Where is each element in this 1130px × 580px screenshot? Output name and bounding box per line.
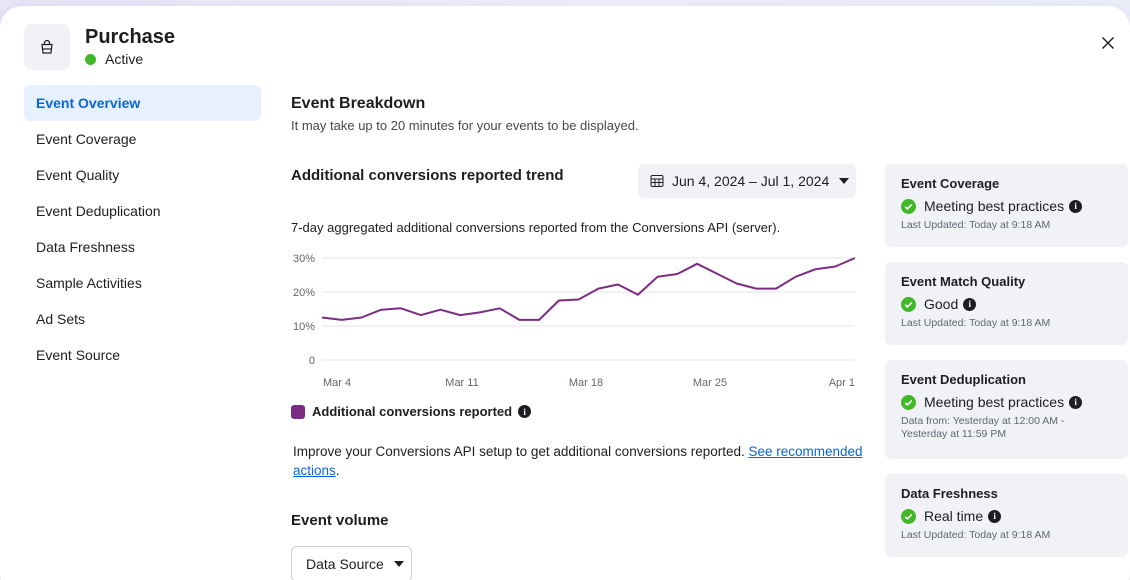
check-circle-icon xyxy=(901,296,916,312)
caret-down-icon xyxy=(393,561,404,567)
card-status: Meeting best practices i xyxy=(901,198,1112,214)
x-tick-label: Mar 18 xyxy=(569,377,603,389)
card-title: Data Freshness xyxy=(901,486,998,501)
data-source-label: Data Source xyxy=(306,556,384,572)
improve-text: Improve your Conversions API setup to ge… xyxy=(293,444,749,459)
caret-down-icon xyxy=(839,178,850,184)
sidebar-item-ad-sets[interactable]: Ad Sets xyxy=(24,301,261,337)
y-tick-label: 0 xyxy=(309,355,315,367)
check-circle-icon xyxy=(901,198,916,214)
card-status-label: Meeting best practices xyxy=(924,394,1065,410)
sidebar-nav: Event Overview Event Coverage Event Qual… xyxy=(24,85,261,373)
section-title: Event Breakdown xyxy=(291,95,426,112)
card-event-match-quality[interactable]: Event Match Quality Good i Last Updated:… xyxy=(885,262,1128,345)
card-status-label: Good xyxy=(924,296,959,312)
y-tick-label: 20% xyxy=(293,287,315,299)
info-icon[interactable]: i xyxy=(1069,199,1083,213)
sidebar-item-event-overview[interactable]: Event Overview xyxy=(24,85,261,121)
date-range-label: Jun 4, 2024 – Jul 1, 2024 xyxy=(672,173,830,189)
card-status-label: Real time xyxy=(924,508,984,524)
card-status: Real time i xyxy=(901,508,1112,524)
x-tick-label: Mar 25 xyxy=(693,377,727,389)
check-circle-icon xyxy=(901,394,916,410)
sidebar-item-event-coverage[interactable]: Event Coverage xyxy=(24,121,261,157)
close-icon xyxy=(1102,37,1114,49)
card-updated: Last Updated: Today at 9:18 AM xyxy=(901,219,1051,231)
event-status: Active xyxy=(85,51,143,67)
legend-swatch xyxy=(291,404,305,419)
card-status: Meeting best practices i xyxy=(901,394,1112,410)
shopping-bag-icon xyxy=(24,24,70,70)
sidebar-item-event-deduplication[interactable]: Event Deduplication xyxy=(24,193,261,229)
status-label: Active xyxy=(105,51,144,67)
trend-line-chart: 0 10% 20% 30% Mar 4 Mar 11 Mar 18 Mar 25 Apr 1 xyxy=(293,253,856,389)
event-details-dialog: Purchase Active Event Overview Event Cov… xyxy=(0,6,1130,580)
card-status-label: Meeting best practices xyxy=(924,198,1065,214)
x-tick-label: Mar 4 xyxy=(323,377,351,389)
trend-title: Additional conversions reported trend xyxy=(291,167,564,184)
card-event-coverage[interactable]: Event Coverage Meeting best practices i … xyxy=(885,164,1128,247)
status-dot-icon xyxy=(85,53,96,65)
series-line xyxy=(321,257,856,321)
card-title: Event Deduplication xyxy=(901,372,1026,387)
card-title: Event Coverage xyxy=(901,176,1000,191)
card-data-freshness[interactable]: Data Freshness Real time i Last Updated:… xyxy=(885,474,1128,557)
card-status: Good i xyxy=(901,296,1112,312)
calendar-icon xyxy=(650,175,664,187)
sidebar-item-event-quality[interactable]: Event Quality xyxy=(24,157,261,193)
card-title: Event Match Quality xyxy=(901,274,1026,289)
y-tick-label: 30% xyxy=(293,253,315,265)
check-circle-icon xyxy=(901,508,916,524)
info-icon[interactable]: i xyxy=(988,509,1002,523)
close-button[interactable] xyxy=(1098,33,1118,53)
date-range-picker[interactable]: Jun 4, 2024 – Jul 1, 2024 xyxy=(638,164,856,198)
card-event-deduplication[interactable]: Event Deduplication Meeting best practic… xyxy=(885,360,1128,459)
card-updated: Last Updated: Today at 9:18 AM xyxy=(901,529,1051,541)
sidebar-item-sample-activities[interactable]: Sample Activities xyxy=(24,265,261,301)
chart-legend: Additional conversions reported i xyxy=(291,404,532,419)
info-icon[interactable]: i xyxy=(1069,395,1083,409)
x-tick-label: Mar 11 xyxy=(445,377,478,389)
sidebar-item-event-source[interactable]: Event Source xyxy=(24,337,261,373)
y-tick-label: 10% xyxy=(293,321,315,333)
sidebar-item-data-freshness[interactable]: Data Freshness xyxy=(24,229,261,265)
chart-description: 7-day aggregated additional conversions … xyxy=(291,220,781,235)
info-icon[interactable]: i xyxy=(963,297,977,311)
improve-message: Improve your Conversions API setup to ge… xyxy=(293,444,863,478)
card-updated: Last Updated: Today at 9:18 AM xyxy=(901,317,1051,329)
event-volume-title: Event volume xyxy=(291,512,389,529)
legend-label: Additional conversions reported xyxy=(312,404,513,419)
x-tick-label: Apr 1 xyxy=(829,377,855,389)
card-updated: Data from: Yesterday at 12:00 AM - Yeste… xyxy=(901,415,1065,440)
event-title: Purchase xyxy=(85,26,176,48)
section-subtitle: It may take up to 20 minutes for your ev… xyxy=(291,118,639,133)
info-icon[interactable]: i xyxy=(518,405,532,418)
data-source-dropdown[interactable]: Data Source xyxy=(291,546,412,580)
